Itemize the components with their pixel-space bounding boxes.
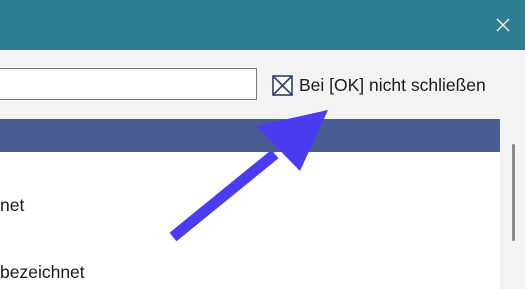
vertical-scrollbar[interactable] <box>500 119 525 289</box>
item-list: net bezeichnet <box>0 119 500 289</box>
keep-open-label: Bei [OK] nicht schließen <box>299 74 486 95</box>
scrollbar-thumb[interactable] <box>512 144 515 241</box>
list-item[interactable]: net <box>0 195 24 216</box>
close-icon <box>496 18 510 32</box>
keep-open-checkbox[interactable]: Bei [OK] nicht schließen <box>272 72 486 98</box>
list-selected-row[interactable] <box>0 119 500 152</box>
titlebar <box>0 0 525 50</box>
checkbox-checked-icon[interactable] <box>272 74 293 96</box>
list-item[interactable]: bezeichnet <box>0 262 85 283</box>
close-button[interactable] <box>481 0 525 50</box>
search-field[interactable] <box>0 68 257 100</box>
toolbar: Bei [OK] nicht schließen <box>0 50 525 115</box>
